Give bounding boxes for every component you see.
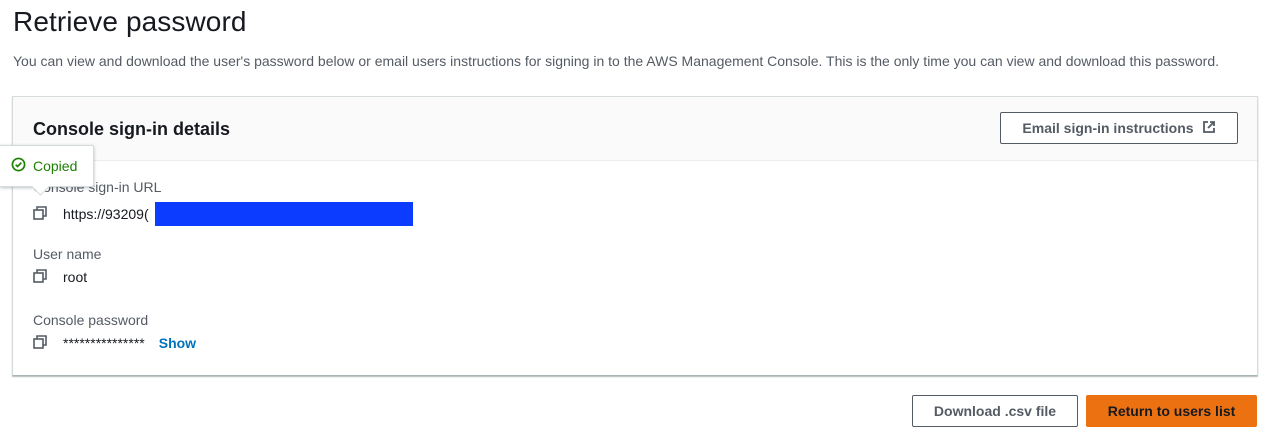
sign-in-url-value[interactable]: https://93209( <box>63 206 149 222</box>
external-link-icon <box>1202 120 1216 137</box>
copy-icon[interactable] <box>33 335 53 351</box>
check-circle-icon <box>11 157 26 175</box>
panel-title: Console sign-in details <box>33 119 231 139</box>
page-title: Retrieve password <box>13 6 247 37</box>
console-sign-in-panel: Console sign-in details Email sign-in in… <box>12 96 1258 376</box>
username-row: root <box>33 269 87 285</box>
sign-in-url-row: https://93209( <box>33 202 413 226</box>
console-password-row: *************** Show <box>33 335 196 351</box>
redaction-bar <box>154 202 413 226</box>
page-description: You can view and download the user's pas… <box>13 53 1220 69</box>
panel-header: Console sign-in details Email sign-in in… <box>13 97 1257 161</box>
return-to-users-list-button[interactable]: Return to users list <box>1086 395 1257 427</box>
download-csv-button[interactable]: Download .csv file <box>912 395 1078 427</box>
username-value: root <box>63 269 88 285</box>
email-button-label: Email sign-in instructions <box>1022 120 1194 136</box>
copied-tooltip: Copied <box>0 145 94 187</box>
show-password-link[interactable]: Show <box>159 335 196 351</box>
copy-icon[interactable] <box>33 269 53 285</box>
email-sign-in-instructions-button[interactable]: Email sign-in instructions <box>1000 112 1238 144</box>
console-password-value: *************** <box>63 335 145 351</box>
username-label: User name <box>33 246 102 262</box>
console-password-label: Console password <box>33 312 149 328</box>
copy-icon[interactable] <box>33 206 53 222</box>
tooltip-text: Copied <box>33 158 78 174</box>
